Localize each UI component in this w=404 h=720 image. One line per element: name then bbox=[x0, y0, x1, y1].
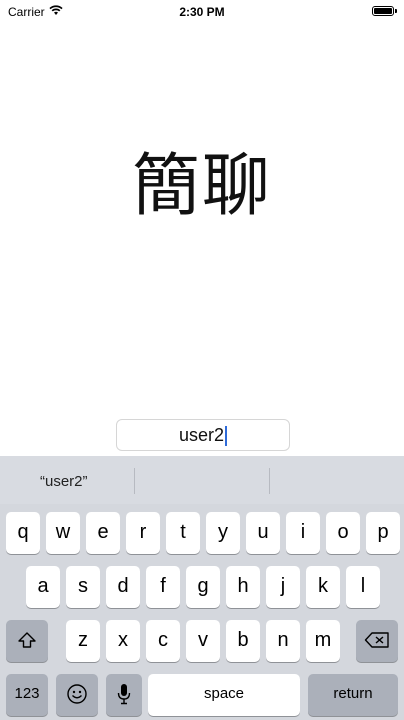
numbers-key[interactable]: 123 bbox=[6, 674, 48, 716]
key-u[interactable]: u bbox=[246, 512, 280, 554]
key-k[interactable]: k bbox=[306, 566, 340, 608]
text-caret bbox=[225, 426, 228, 447]
key-z[interactable]: z bbox=[66, 620, 100, 662]
key-y[interactable]: y bbox=[206, 512, 240, 554]
shift-icon bbox=[17, 631, 37, 648]
shift-key[interactable] bbox=[6, 620, 48, 662]
key-e[interactable]: e bbox=[86, 512, 120, 554]
emoji-key[interactable] bbox=[56, 674, 98, 716]
screen: Carrier 2:30 PM 簡聊 user2 “user2” q w e r… bbox=[0, 0, 404, 720]
key-a[interactable]: a bbox=[26, 566, 60, 608]
predictive-bar: “user2” bbox=[0, 456, 404, 504]
suggestion-item[interactable]: “user2” bbox=[40, 456, 88, 504]
key-j[interactable]: j bbox=[266, 566, 300, 608]
key-t[interactable]: t bbox=[166, 512, 200, 554]
suggestion-divider bbox=[269, 468, 270, 494]
return-key[interactable]: return bbox=[308, 674, 398, 716]
space-key[interactable]: space bbox=[148, 674, 300, 716]
key-c[interactable]: c bbox=[146, 620, 180, 662]
key-p[interactable]: p bbox=[366, 512, 400, 554]
username-value: user2 bbox=[178, 425, 225, 445]
key-r[interactable]: r bbox=[126, 512, 160, 554]
key-h[interactable]: h bbox=[226, 566, 260, 608]
key-i[interactable]: i bbox=[286, 512, 320, 554]
key-g[interactable]: g bbox=[186, 566, 220, 608]
status-time: 2:30 PM bbox=[179, 5, 225, 19]
microphone-key[interactable] bbox=[106, 674, 142, 716]
backspace-icon bbox=[364, 631, 390, 648]
status-bar: Carrier 2:30 PM bbox=[0, 0, 404, 24]
key-w[interactable]: w bbox=[46, 512, 80, 554]
key-l[interactable]: l bbox=[346, 566, 380, 608]
suggestion-divider bbox=[134, 468, 135, 494]
key-x[interactable]: x bbox=[106, 620, 140, 662]
key-v[interactable]: v bbox=[186, 620, 220, 662]
battery-icon bbox=[372, 6, 397, 16]
emoji-icon bbox=[66, 684, 88, 704]
app-title: 簡聊 bbox=[131, 147, 272, 226]
key-o[interactable]: o bbox=[326, 512, 360, 554]
username-input[interactable]: user2 bbox=[116, 419, 290, 451]
microphone-icon bbox=[117, 684, 131, 705]
key-s[interactable]: s bbox=[66, 566, 100, 608]
key-n[interactable]: n bbox=[266, 620, 300, 662]
key-d[interactable]: d bbox=[106, 566, 140, 608]
key-q[interactable]: q bbox=[6, 512, 40, 554]
backspace-key[interactable] bbox=[356, 620, 398, 662]
key-f[interactable]: f bbox=[146, 566, 180, 608]
keyboard: “user2” q w e r t y u i o p a s d f g h … bbox=[0, 456, 404, 720]
key-m[interactable]: m bbox=[306, 620, 340, 662]
key-b[interactable]: b bbox=[226, 620, 260, 662]
